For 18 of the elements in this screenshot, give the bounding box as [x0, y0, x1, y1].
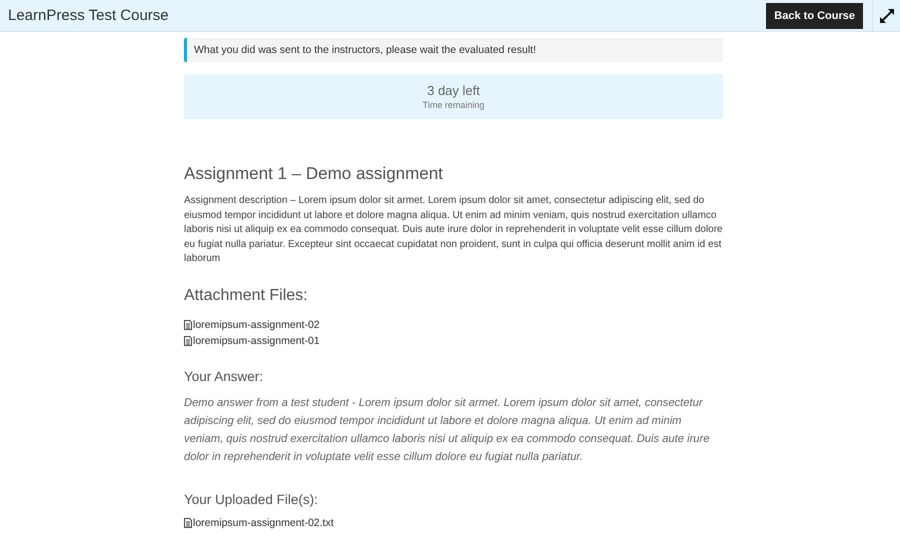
time-left: 3 day left	[427, 83, 480, 98]
document-icon	[184, 320, 192, 330]
file-link[interactable]: loremipsum-assignment-01	[184, 334, 320, 346]
notice-message: What you did was sent to the instructors, please wait the evaluated result!	[184, 38, 723, 62]
uploads-heading: Your Uploaded File(s):	[184, 492, 319, 506]
answer-text: Demo answer from a test student - Lorem ipsum dolor sit armet. Lorem ipsum dolor sit amet, consectetur adipiscing elit, sed do eiusmod tempor incididunt ut labore et dolore magna aliqua. Ut enim ad minim veniam, quis nostrud exercitation ullamco laboris nisi ut aliquip ex ea commodo consequat. Duis aute irure dolor in reprehenderit in voluptate velit esse cillum dolore eu fugiat nulla pariatur.	[184, 396, 710, 464]
document-icon	[184, 518, 192, 528]
file-link[interactable]: loremipsum-assignment-02.txt	[184, 516, 334, 528]
back-to-course-button[interactable]: Back to Course	[766, 2, 863, 28]
time-label: Time remaining	[422, 100, 484, 110]
document-icon	[184, 336, 192, 346]
assignment-title: Assignment 1 – Demo assignment	[184, 164, 444, 184]
expand-icon	[878, 8, 894, 24]
answer-heading: Your Answer:	[184, 368, 264, 384]
assignment-description: Assignment description – Lorem ipsum dolor sit armet. Lorem ipsum dolor sit amet, consectetur adipiscing elit, sed do eiusmod tempor incididunt ut labore et dolore magna aliqua. Ut enim ad minim veniam, quis nostrud exercitation ullamco laboris nisi ut aliquip ex ea commodo consequat. Duis aute irure dolor in reprehenderit in voluptate velit esse cillum dolore eu fugiat nulla pariatur. Excepteur sint occaecat cupidatat non proident, sunt in culpa qui officia deserunt mollit anim id est laborum	[184, 194, 723, 266]
attachments-heading: Attachment Files:	[184, 286, 309, 304]
file-link[interactable]: loremipsum-assignment-02	[184, 318, 320, 330]
course-title: LearnPress Test Course	[7, 7, 170, 24]
